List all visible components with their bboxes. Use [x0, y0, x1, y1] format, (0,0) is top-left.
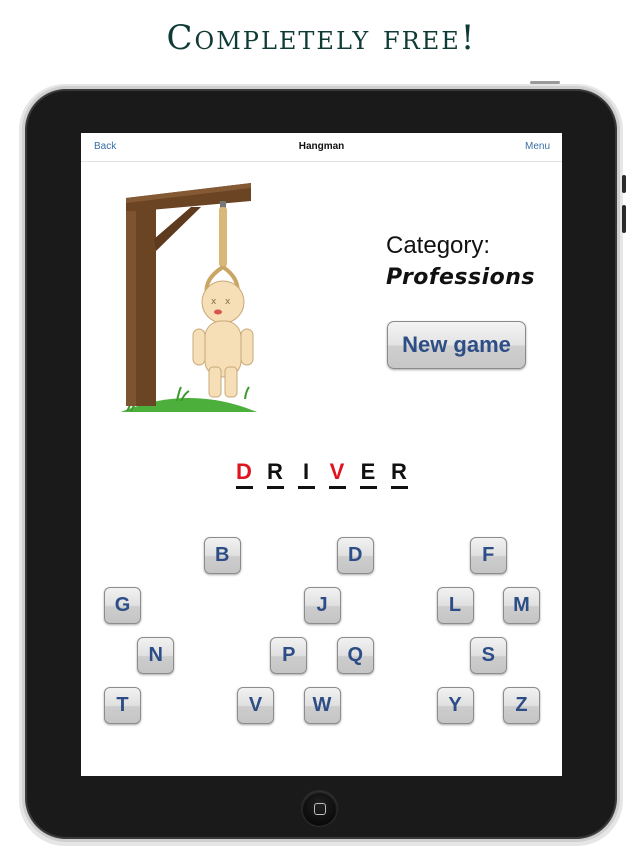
- letter-key-d[interactable]: D: [336, 537, 374, 574]
- mute-switch: [622, 175, 626, 193]
- letter-key-q[interactable]: Q: [336, 637, 374, 674]
- letter-keyboard: B D F G J LM N PQ S T VW YZ: [81, 133, 562, 776]
- letter-key-n[interactable]: N: [137, 637, 175, 674]
- letter-key-w[interactable]: W: [303, 687, 341, 724]
- home-icon: [314, 803, 326, 815]
- letter-key-g[interactable]: G: [104, 587, 141, 624]
- letter-key-j[interactable]: J: [303, 587, 341, 624]
- letter-key-p[interactable]: P: [270, 637, 308, 674]
- letter-key-t[interactable]: T: [104, 687, 141, 724]
- letter-key-m[interactable]: M: [503, 587, 540, 624]
- sleep-button: [530, 81, 560, 84]
- letter-key-s[interactable]: S: [469, 637, 507, 674]
- promo-title: Completely free!: [166, 18, 477, 58]
- letter-key-f[interactable]: F: [469, 537, 507, 574]
- volume-button: [622, 205, 626, 233]
- letter-key-b[interactable]: B: [203, 537, 241, 574]
- app-screen: Back Hangman Menu x x Category: Professi…: [81, 133, 562, 776]
- letter-key-v[interactable]: V: [237, 687, 274, 724]
- home-button[interactable]: [301, 790, 338, 827]
- letter-key-y[interactable]: Y: [436, 687, 474, 724]
- letter-key-z[interactable]: Z: [503, 687, 540, 724]
- letter-key-l[interactable]: L: [436, 587, 474, 624]
